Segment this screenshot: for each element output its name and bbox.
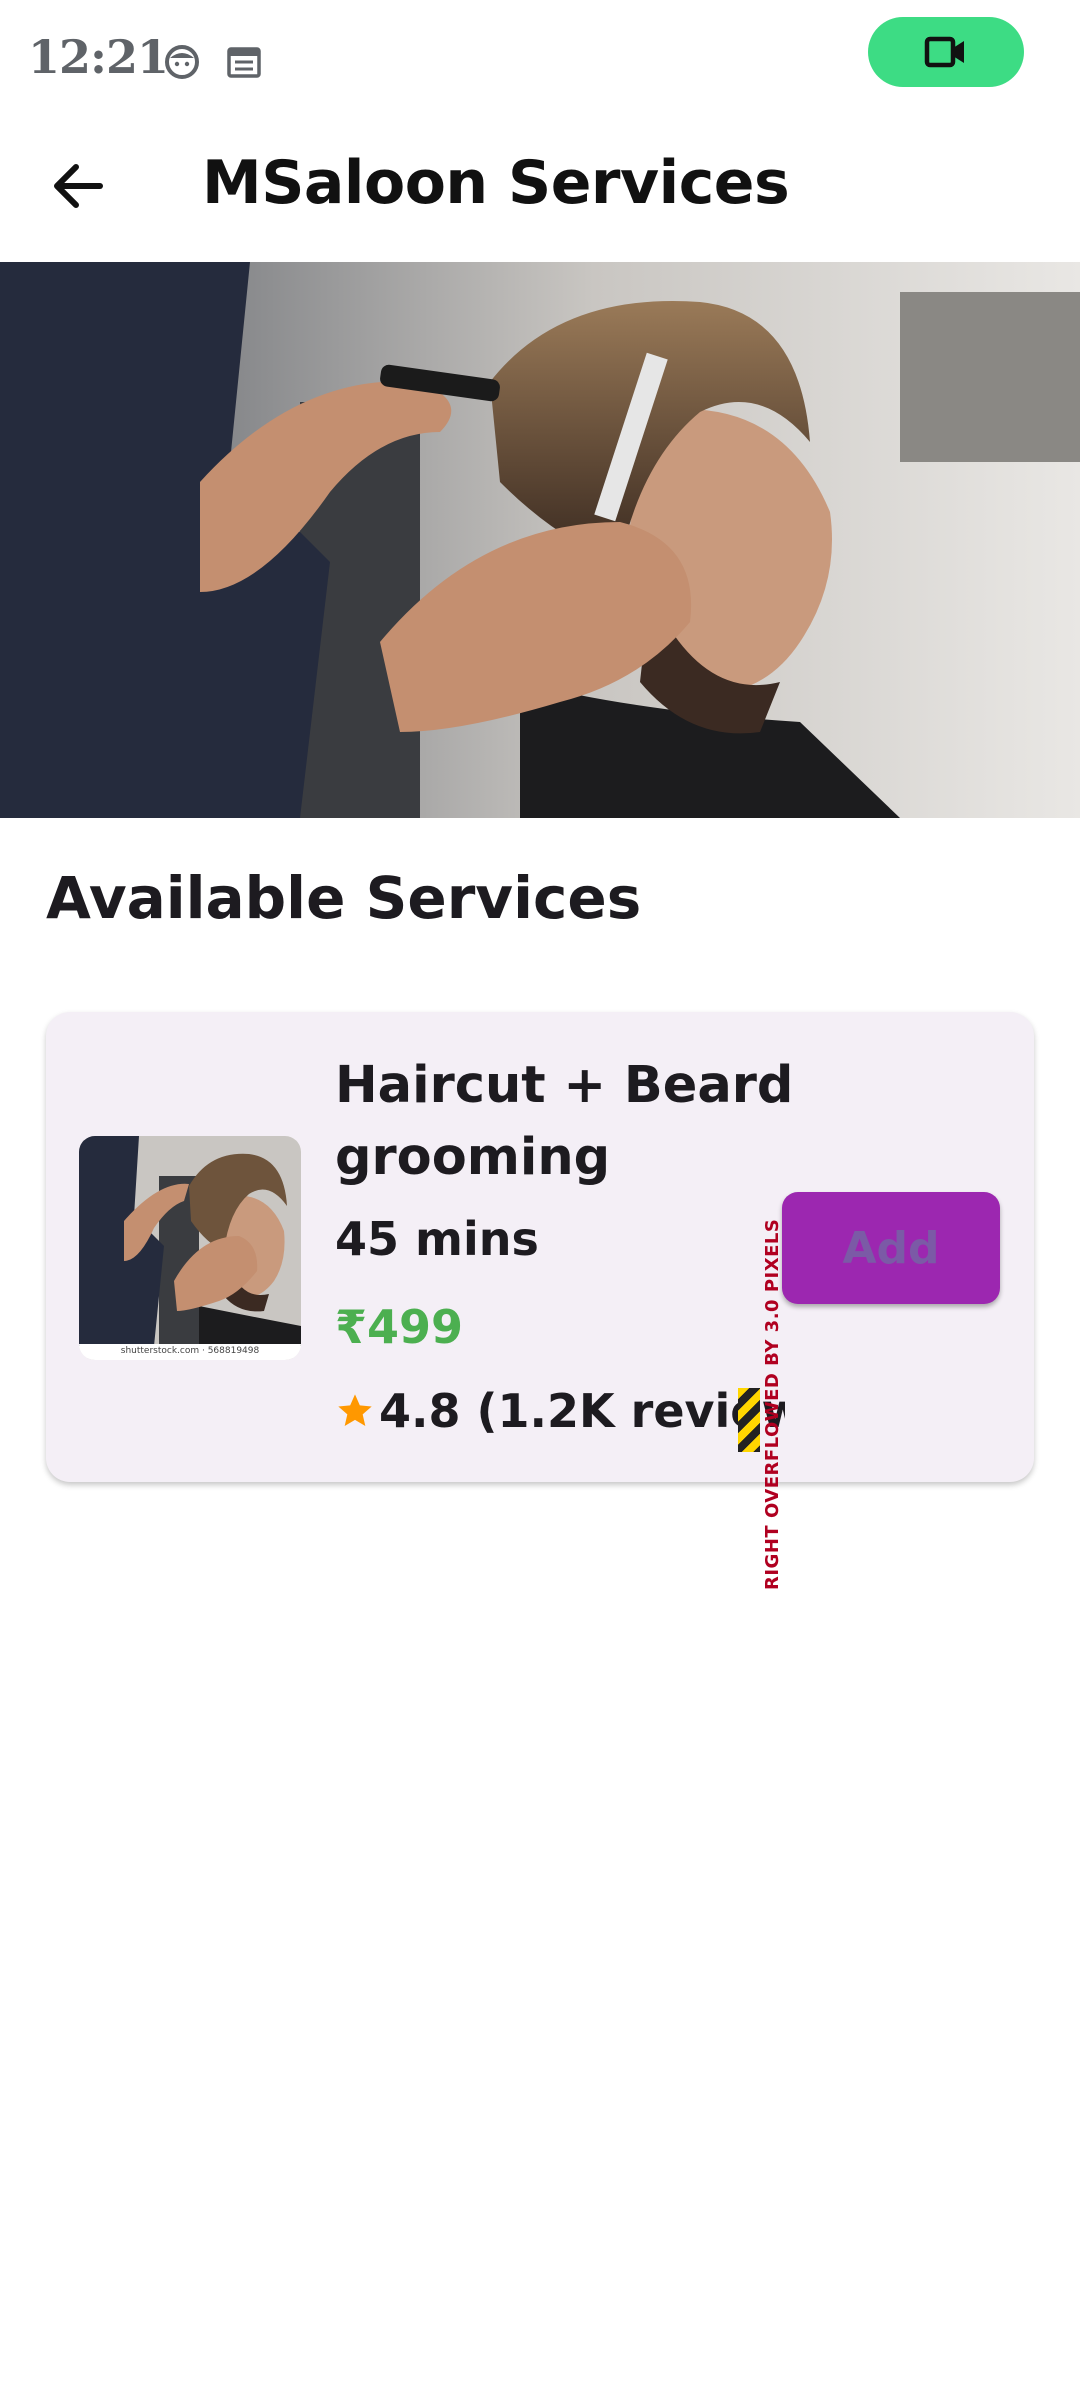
status-bar: 12:21 — [0, 0, 1080, 120]
service-name: Haircut + Beard grooming — [335, 1056, 794, 1187]
arrow-left-icon — [54, 164, 103, 208]
face-icon — [164, 44, 200, 80]
service-rating: 4.8 (1.2K reviews) — [379, 1384, 785, 1438]
overflow-message: RIGHT OVERFLOWED BY 3.0 PIXELS — [762, 1218, 783, 1590]
service-price: ₹499 — [335, 1300, 464, 1354]
star-icon — [338, 1394, 372, 1426]
service-duration: 45 mins — [335, 1212, 539, 1266]
hero-image — [0, 262, 1080, 818]
app-bar: MSaloon Services — [0, 120, 1080, 262]
service-thumbnail: shutterstock.com · 568819498 — [79, 1136, 301, 1360]
service-card[interactable]: shutterstock.com · 568819498 Haircut + B… — [46, 1012, 1034, 1482]
overflow-indicator — [738, 1388, 760, 1452]
screen-record-indicator[interactable] — [868, 17, 1024, 87]
add-button[interactable]: Add — [782, 1192, 1000, 1304]
page-title: MSaloon Services — [202, 148, 790, 218]
back-button[interactable] — [38, 146, 118, 226]
service-rating-row: 4.8 (1.2K reviews) — [335, 1384, 785, 1448]
calendar-icon — [226, 44, 262, 80]
status-time: 12:21 — [28, 30, 169, 84]
video-camera-icon — [924, 36, 964, 68]
section-title: Available Services — [46, 864, 642, 932]
thumbnail-caption: shutterstock.com · 568819498 — [79, 1344, 301, 1358]
